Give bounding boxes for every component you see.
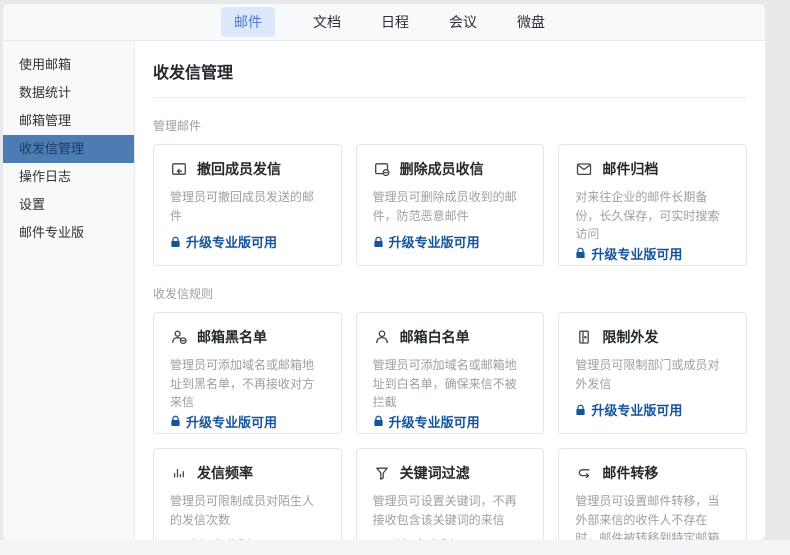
lock-icon — [170, 236, 181, 248]
card-delete-member-mail[interactable]: 删除成员收信 管理员可删除成员收到的邮件，防范恶意邮件 升级专业版可用 — [356, 144, 545, 266]
upgrade-pro-label: 升级专业版可用 — [591, 400, 682, 419]
page-backdrop-bottom — [0, 540, 790, 555]
tab-mail[interactable]: 邮件 — [221, 7, 275, 37]
card-recall-member-mail[interactable]: 撤回成员发信 管理员可撤回成员发送的邮件 升级专业版可用 — [153, 144, 342, 266]
card-description: 对来往企业的邮件长期备份，长久保存，可实时搜索访问 — [575, 188, 730, 244]
section-label-send-receive-rules: 收发信规则 — [153, 285, 747, 302]
card-description: 管理员可删除成员收到的邮件，防范恶意邮件 — [373, 188, 528, 225]
card-description: 管理员可添加域名或邮箱地址到黑名单，不再接收对方来信 — [170, 356, 325, 412]
tab-calendar[interactable]: 日程 — [379, 7, 411, 37]
card-description: 管理员可设置关键词，不再接收包含该关键词的来信 — [373, 492, 528, 529]
sidebar-item-settings[interactable]: 设置 — [3, 191, 134, 219]
lock-icon — [170, 415, 181, 427]
upgrade-pro-link[interactable]: 升级专业版可用 — [373, 232, 528, 251]
upgrade-pro-link[interactable]: 升级专业版可用 — [170, 232, 325, 251]
whitelist-icon — [373, 328, 391, 346]
card-description: 管理员可限制成员对陌生人的发信次数 — [170, 492, 325, 529]
card-title: 关键词过滤 — [400, 463, 470, 483]
sidebar-item-mail-pro[interactable]: 邮件专业版 — [3, 219, 134, 247]
mail-transfer-icon — [575, 464, 593, 482]
sidebar-item-use-mailbox[interactable]: 使用邮箱 — [3, 51, 134, 79]
card-description: 管理员可添加域名或邮箱地址到白名单，确保来信不被拦截 — [373, 356, 528, 412]
top-nav: 邮件 文档 日程 会议 微盘 — [3, 4, 765, 41]
upgrade-pro-label: 升级专业版可用 — [389, 412, 480, 431]
sidebar: 使用邮箱 数据统计 邮箱管理 收发信管理 操作日志 设置 邮件专业版 — [3, 41, 135, 540]
card-description: 管理员可设置邮件转移，当外部来信的收件人不存在时，邮件被转移到特定邮箱 — [575, 492, 730, 540]
card-title: 删除成员收信 — [400, 159, 484, 179]
upgrade-pro-label: 升级专业版可用 — [186, 232, 277, 251]
lock-icon — [373, 236, 384, 248]
upgrade-pro-label: 升级专业版可用 — [186, 412, 277, 431]
card-mail-archive[interactable]: 邮件归档 对来往企业的邮件长期备份，长久保存，可实时搜索访问 升级专业版可用 — [558, 144, 747, 266]
delete-mail-icon — [373, 160, 391, 178]
lock-icon — [575, 404, 586, 416]
blacklist-icon — [170, 328, 188, 346]
restrict-outgoing-icon — [575, 328, 593, 346]
lock-icon — [575, 247, 586, 259]
tab-meeting[interactable]: 会议 — [447, 7, 479, 37]
page-title: 收发信管理 — [153, 55, 747, 98]
upgrade-pro-link[interactable]: 升级专业版可用 — [575, 400, 730, 419]
send-frequency-icon — [170, 464, 188, 482]
tab-drive[interactable]: 微盘 — [515, 7, 547, 37]
lock-icon — [373, 415, 384, 427]
card-description: 管理员可撤回成员发送的邮件 — [170, 188, 325, 225]
upgrade-pro-label: 升级专业版可用 — [389, 232, 480, 251]
keyword-filter-icon — [373, 464, 391, 482]
recall-mail-icon — [170, 160, 188, 178]
card-title: 发信频率 — [197, 463, 253, 483]
mail-archive-icon — [575, 160, 593, 178]
card-mail-transfer[interactable]: 邮件转移 管理员可设置邮件转移，当外部来信的收件人不存在时，邮件被转移到特定邮箱… — [558, 448, 747, 540]
sidebar-item-send-receive-management[interactable]: 收发信管理 — [3, 135, 134, 163]
manage-mail-card-grid: 撤回成员发信 管理员可撤回成员发送的邮件 升级专业版可用 删除成员收信 — [153, 144, 747, 266]
card-title: 邮件转移 — [602, 463, 658, 483]
sidebar-item-mailbox-management[interactable]: 邮箱管理 — [3, 107, 134, 135]
section-label-manage-mail: 管理邮件 — [153, 117, 747, 134]
upgrade-pro-link[interactable]: 升级专业版可用 — [373, 412, 528, 431]
card-title: 邮件归档 — [602, 159, 658, 179]
card-description: 管理员可限制部门或成员对外发信 — [575, 356, 730, 393]
card-keyword-filter[interactable]: 关键词过滤 管理员可设置关键词，不再接收包含该关键词的来信 升级专业版可用 — [356, 448, 545, 540]
card-title: 邮箱白名单 — [400, 327, 470, 347]
upgrade-pro-link[interactable]: 升级专业版可用 — [170, 412, 325, 431]
rules-card-grid: 邮箱黑名单 管理员可添加域名或邮箱地址到黑名单，不再接收对方来信 升级专业版可用… — [153, 312, 747, 540]
card-send-frequency[interactable]: 发信频率 管理员可限制成员对陌生人的发信次数 升级专业版可用 — [153, 448, 342, 540]
card-title: 撤回成员发信 — [197, 159, 281, 179]
card-whitelist[interactable]: 邮箱白名单 管理员可添加域名或邮箱地址到白名单，确保来信不被拦截 升级专业版可用 — [356, 312, 545, 434]
main-content: 收发信管理 管理邮件 撤回成员发信 管理员可撤回成员发送的邮件 升级专业版可用 — [135, 41, 765, 540]
card-restrict-outgoing[interactable]: 限制外发 管理员可限制部门或成员对外发信 升级专业版可用 — [558, 312, 747, 434]
upgrade-pro-label: 升级专业版可用 — [591, 244, 682, 263]
sidebar-item-operation-log[interactable]: 操作日志 — [3, 163, 134, 191]
sidebar-item-statistics[interactable]: 数据统计 — [3, 79, 134, 107]
card-title: 限制外发 — [602, 327, 658, 347]
upgrade-pro-link[interactable]: 升级专业版可用 — [575, 244, 730, 263]
tab-docs[interactable]: 文档 — [311, 7, 343, 37]
card-title: 邮箱黑名单 — [197, 327, 267, 347]
app-window: 邮件 文档 日程 会议 微盘 使用邮箱 数据统计 邮箱管理 收发信管理 操作日志… — [3, 4, 765, 540]
card-blacklist[interactable]: 邮箱黑名单 管理员可添加域名或邮箱地址到黑名单，不再接收对方来信 升级专业版可用 — [153, 312, 342, 434]
